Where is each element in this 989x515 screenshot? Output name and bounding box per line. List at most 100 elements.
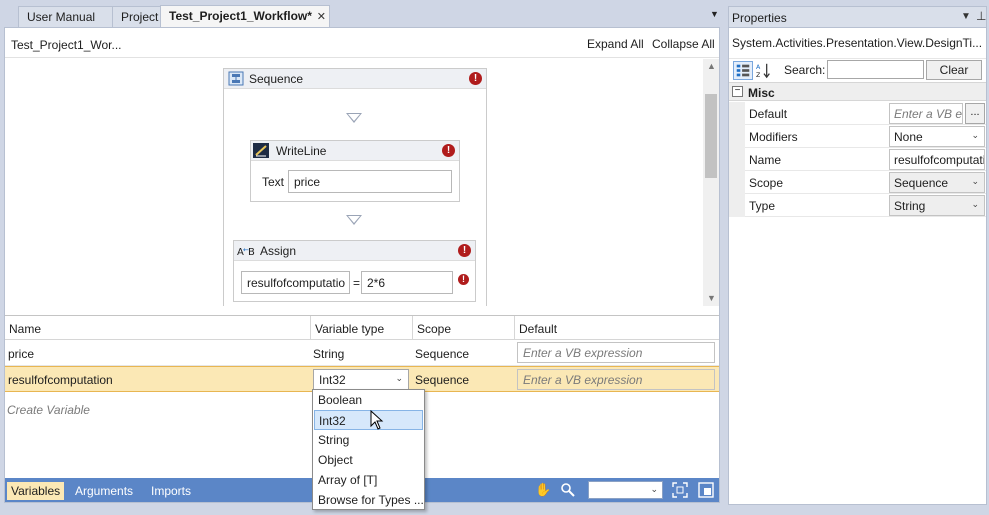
tab-user-manual[interactable]: User Manual	[18, 6, 114, 27]
error-icon: !	[469, 72, 482, 85]
row-gutter	[729, 125, 745, 148]
selected-object-type: System.Activities.Presentation.View.Desi…	[732, 36, 982, 50]
writeline-icon	[253, 143, 269, 158]
properties-title: Properties	[732, 11, 787, 25]
property-row-name[interactable]: Name resulfofcomputati	[729, 148, 986, 171]
variable-name[interactable]: resulfofcomputation	[8, 373, 113, 387]
dropdown-option-int32[interactable]: Int32	[314, 410, 423, 430]
dropdown-option-array-of-t[interactable]: Array of [T]	[314, 470, 423, 490]
assign-value-field[interactable]: 2*6	[361, 271, 453, 294]
error-icon: !	[458, 244, 471, 257]
dropdown-option-string[interactable]: String	[314, 430, 423, 450]
property-name: Name	[749, 153, 782, 167]
property-value: None	[894, 130, 923, 144]
svg-text:Z: Z	[756, 72, 760, 79]
default-expression-field[interactable]: Enter a VB expression	[517, 342, 715, 363]
row-gutter	[729, 148, 745, 171]
property-value: Sequence	[894, 176, 949, 190]
table-row[interactable]: price String Sequence Enter a VB express…	[5, 340, 719, 366]
tab-imports[interactable]: Imports	[147, 482, 195, 500]
assign-title-bar: A ← B Assign !	[234, 241, 475, 261]
drop-target-arrow-icon	[346, 215, 362, 225]
text-label: Text	[262, 175, 285, 189]
overview-map-icon[interactable]	[698, 482, 714, 498]
property-value-combo[interactable]: Sequence ⌄	[889, 172, 985, 193]
create-variable-row[interactable]: Create Variable	[7, 403, 90, 417]
variable-type-combo[interactable]: Int32 ⌄	[313, 369, 409, 390]
panel-menu-icon[interactable]: ▼	[961, 11, 971, 22]
property-name: Type	[749, 199, 776, 213]
svg-text:B: B	[248, 247, 255, 258]
mouse-cursor-icon	[370, 410, 384, 430]
tab-label: Test_Project1_Workflow*	[169, 9, 312, 23]
category-name: Misc	[748, 86, 775, 100]
default-expression-field[interactable]: Enter a VB expression	[517, 369, 715, 390]
property-value-combo[interactable]: None ⌄	[889, 126, 985, 147]
expression-editor-button[interactable]: ...	[965, 103, 985, 124]
assign-equals: =	[353, 276, 361, 290]
clear-search-button[interactable]: Clear	[926, 60, 982, 80]
error-icon: !	[458, 274, 469, 285]
property-name: Default	[749, 107, 788, 121]
column-header-name[interactable]: Name	[5, 316, 311, 340]
designer-canvas[interactable]: Sequence ! WriteLine ! Text price A ← B …	[5, 59, 703, 306]
scroll-down-icon[interactable]: ▼	[707, 293, 716, 303]
scroll-up-icon[interactable]: ▲	[707, 61, 716, 71]
dropdown-option-browse-for-types[interactable]: Browse for Types ...	[314, 490, 424, 510]
properties-search-input[interactable]	[827, 60, 924, 79]
assign-activity[interactable]: A ← B Assign ! resulfofcomputatio = 2*6 …	[233, 240, 476, 302]
variable-type[interactable]: String	[313, 347, 344, 361]
column-header-default[interactable]: Default	[515, 316, 719, 340]
error-icon: !	[442, 144, 455, 157]
dropdown-option-object[interactable]: Object	[314, 450, 423, 470]
document-tab-strip: User Manual Project Test_Project1_Workfl…	[0, 0, 726, 27]
tab-label: Project	[121, 10, 159, 24]
assign-title: Assign	[260, 244, 297, 258]
writeline-title-bar: WriteLine !	[251, 141, 459, 161]
text-expression-field[interactable]: price	[288, 170, 452, 193]
assign-to-field[interactable]: resulfofcomputatio	[241, 271, 350, 294]
variable-scope[interactable]: Sequence	[415, 347, 469, 361]
canvas-vertical-scrollbar[interactable]: ▲ ▼	[703, 59, 719, 306]
column-header-variable-type[interactable]: Variable type	[311, 316, 413, 340]
pan-hand-icon[interactable]: ✋	[535, 482, 551, 498]
collapse-category-icon[interactable]: −	[732, 86, 743, 97]
variable-scope[interactable]: Sequence	[415, 373, 469, 387]
zoom-magnifier-icon[interactable]	[560, 482, 576, 498]
tab-test-project1-workflow[interactable]: Test_Project1_Workflow* ✕	[160, 5, 330, 27]
row-gutter	[729, 171, 745, 194]
pin-icon[interactable]: ⊥	[976, 9, 986, 23]
property-row-modifiers[interactable]: Modifiers None ⌄	[729, 125, 986, 148]
category-misc[interactable]: − Misc	[729, 82, 986, 101]
fit-to-screen-icon[interactable]	[672, 482, 688, 498]
close-icon[interactable]: ✕	[317, 10, 326, 23]
property-name: Modifiers	[749, 130, 798, 144]
zoom-level-combo[interactable]: ⌄	[588, 481, 663, 499]
property-row-scope[interactable]: Scope Sequence ⌄	[729, 171, 986, 194]
alphabetical-sort-icon[interactable]: A Z	[754, 61, 774, 80]
dropdown-option-boolean[interactable]: Boolean	[314, 390, 423, 410]
property-value-combo[interactable]: String ⌄	[889, 195, 985, 216]
chevron-down-icon: ⌄	[971, 199, 979, 209]
scrollbar-thumb[interactable]	[705, 94, 717, 178]
tab-arguments[interactable]: Arguments	[71, 482, 137, 500]
designer-header: Test_Project1_Wor... Expand All Collapse…	[5, 28, 719, 58]
tab-project[interactable]: Project	[112, 6, 162, 27]
expand-all-link[interactable]: Expand All	[587, 37, 644, 51]
row-gutter	[729, 102, 745, 125]
property-row-default[interactable]: Default Enter a VB e... ...	[729, 102, 986, 125]
categorized-view-icon[interactable]	[733, 61, 753, 80]
search-label: Search:	[784, 63, 826, 77]
column-header-scope[interactable]: Scope	[413, 316, 515, 340]
tab-list-menu-icon[interactable]: ▼	[710, 9, 719, 19]
variable-name[interactable]: price	[8, 347, 34, 361]
writeline-activity[interactable]: WriteLine ! Text price	[250, 140, 460, 202]
breadcrumb[interactable]: Test_Project1_Wor...	[11, 38, 122, 52]
property-value-expression[interactable]: Enter a VB e...	[889, 103, 963, 124]
property-row-type[interactable]: Type String ⌄	[729, 194, 986, 217]
svg-text:A: A	[756, 64, 761, 71]
tab-variables[interactable]: Variables	[7, 482, 65, 500]
collapse-all-link[interactable]: Collapse All	[652, 37, 715, 51]
property-value-text[interactable]: resulfofcomputati	[889, 149, 985, 170]
chevron-down-icon: ⌄	[650, 484, 658, 494]
